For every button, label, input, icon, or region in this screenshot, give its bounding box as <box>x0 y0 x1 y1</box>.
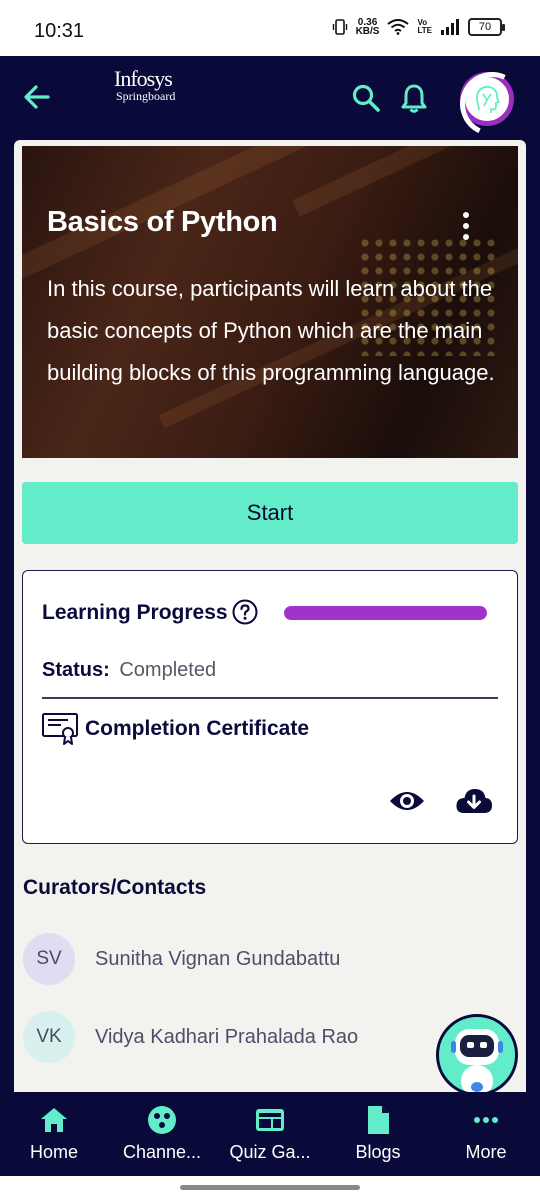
network-speed: 0.36 KB/S <box>355 18 380 37</box>
status-row: Status: Completed <box>42 659 216 682</box>
contact-name: Sunitha Vignan Gundabattu <box>95 947 341 970</box>
curators-contacts-title: Curators/Contacts <box>23 876 207 899</box>
logo-line-1: Infosys <box>114 66 173 91</box>
completion-certificate-label: Completion Certificate <box>85 717 310 740</box>
contact-initials-avatar: SV <box>23 933 75 985</box>
nav-label: Home <box>29 1142 78 1162</box>
course-hero-banner: Basics of Python In this course, partici… <box>22 146 518 458</box>
bottom-navigation: Home Channe... Quiz Ga... Blogs More <box>0 1092 540 1176</box>
logo-line-2: Springboard <box>116 89 176 103</box>
progress-bar <box>284 606 487 620</box>
search-icon[interactable] <box>350 82 382 114</box>
status-bar: 10:31 0.36 KB/S Vo LTE 70 <box>0 0 540 56</box>
status-key: Status: <box>42 659 110 681</box>
chatbot-button[interactable] <box>436 1014 518 1096</box>
nav-item-home[interactable]: Home <box>0 1092 108 1176</box>
nav-label: More <box>465 1142 507 1162</box>
nav-label: Blogs <box>355 1142 401 1162</box>
nav-item-channels[interactable]: Channe... <box>108 1092 216 1176</box>
vibrate-icon <box>332 19 347 35</box>
status-time: 10:31 <box>34 20 85 42</box>
nav-item-more[interactable]: More <box>432 1092 540 1176</box>
nav-label: Quiz Ga... <box>229 1142 311 1162</box>
contact-name: Vidya Kadhari Prahalada Rao <box>95 1025 359 1048</box>
course-title: Basics of Python <box>47 206 278 238</box>
nav-item-blogs[interactable]: Blogs <box>324 1092 432 1176</box>
gesture-area <box>0 1176 540 1200</box>
view-eye-icon[interactable] <box>389 787 425 815</box>
home-icon <box>41 1108 67 1132</box>
learning-progress-label: Learning Progress <box>42 601 228 624</box>
main-area: Basics of Python In this course, partici… <box>0 140 540 1092</box>
notification-bell-icon[interactable] <box>398 82 430 114</box>
volte-indicator: Vo LTE <box>417 19 432 35</box>
profile-head-icon <box>475 85 500 113</box>
back-arrow-icon[interactable] <box>20 80 54 114</box>
battery-indicator: 70 <box>468 18 505 36</box>
home-gesture-bar[interactable] <box>180 1185 360 1190</box>
start-button[interactable]: Start <box>22 482 518 544</box>
contact-item[interactable]: SV Sunitha Vignan Gundabattu <box>23 933 503 985</box>
certificate-icon <box>42 713 78 745</box>
nav-label: Channe... <box>122 1142 202 1162</box>
quiz-icon <box>256 1109 284 1131</box>
contact-item[interactable]: VK Vidya Kadhari Prahalada Rao <box>23 1011 503 1063</box>
status-value: Completed <box>119 659 217 681</box>
blogs-icon <box>368 1106 389 1134</box>
help-icon[interactable] <box>232 599 258 625</box>
divider <box>42 697 498 699</box>
infosys-springboard-logo[interactable]: Infosys Springboard <box>114 66 176 103</box>
wifi-icon <box>387 19 410 35</box>
network-speed-unit: KB/S <box>355 26 380 37</box>
more-options-icon[interactable] <box>460 212 472 240</box>
contact-initials-avatar: VK <box>23 1011 75 1063</box>
profile-avatar[interactable] <box>460 72 514 126</box>
volte-bottom: LTE <box>417 26 432 35</box>
app-header: Infosys Springboard <box>0 56 540 140</box>
more-icon <box>474 1117 498 1123</box>
content-panel: Basics of Python In this course, partici… <box>14 140 526 1092</box>
channels-icon <box>148 1106 176 1134</box>
download-cloud-icon[interactable] <box>455 785 493 817</box>
signal-icon <box>441 19 459 35</box>
progress-bar-fill <box>284 606 487 620</box>
status-icons: 0.36 KB/S Vo LTE 70 <box>332 18 505 37</box>
course-description: In this course, participants will learn … <box>47 276 495 385</box>
learning-progress-card: Learning Progress Status: Completed Comp… <box>22 570 518 844</box>
nav-item-quiz-games[interactable]: Quiz Ga... <box>216 1092 324 1176</box>
